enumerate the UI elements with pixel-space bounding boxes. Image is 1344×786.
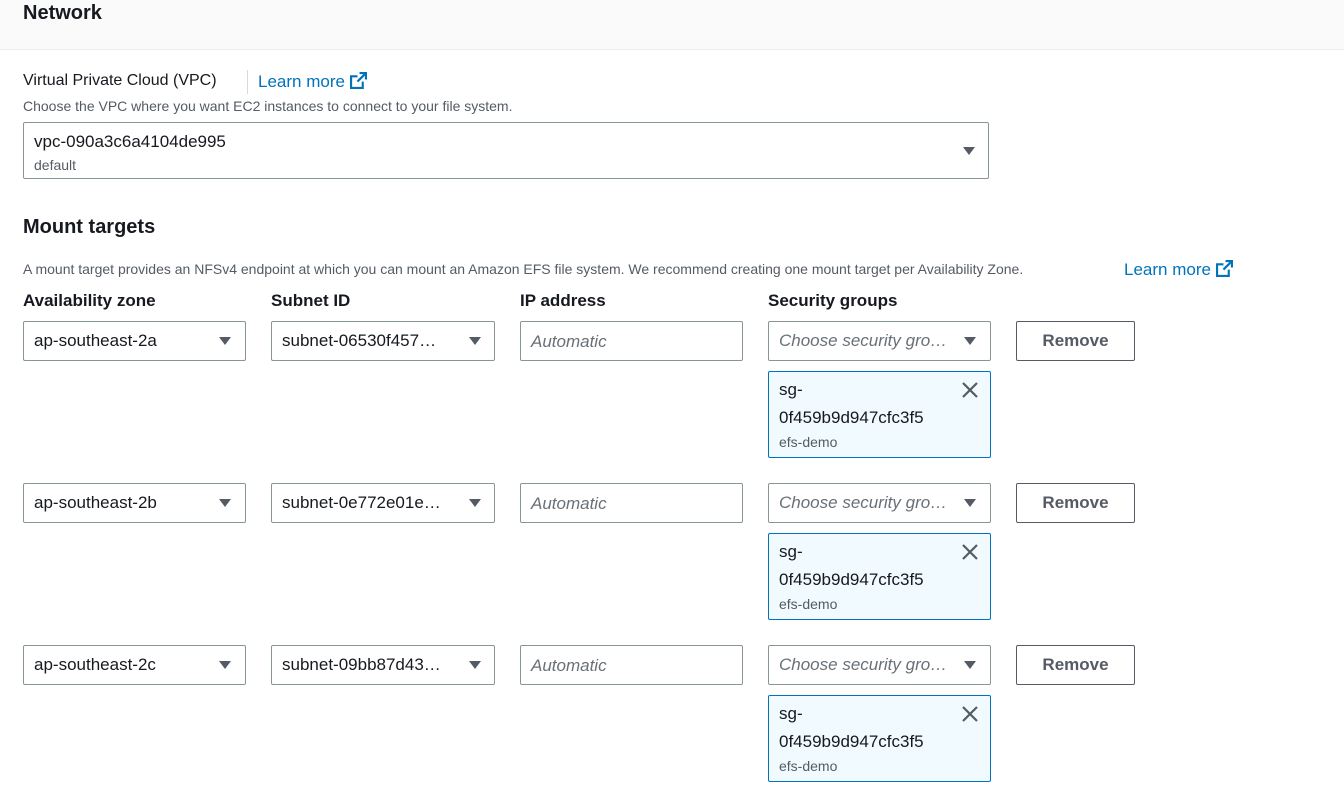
security-groups-placeholder: Choose security gro… [779,655,948,674]
ip-address-input[interactable]: Automatic [520,483,743,523]
subnet-value: subnet-06530f457… [282,331,437,350]
vpc-selected-tag: default [34,157,77,173]
caret-down-icon [469,337,481,345]
security-group-id: 0f459b9d947cfc3f5 [779,570,924,589]
ip-address-placeholder: Automatic [531,494,607,513]
vpc-description: Choose the VPC where you want EC2 instan… [23,98,513,114]
security-groups-select[interactable]: Choose security gro… [768,645,991,685]
ip-address-input[interactable]: Automatic [520,645,743,685]
column-header-security-groups: Security groups [768,291,898,310]
subnet-select[interactable]: subnet-09bb87d43… [271,645,495,685]
ip-address-placeholder: Automatic [531,332,607,351]
close-icon[interactable] [960,380,980,400]
availability-zone-value: ap-southeast-2a [34,331,157,350]
mount-targets-description: A mount target provides an NFSv4 endpoin… [23,261,1023,277]
security-group-id: 0f459b9d947cfc3f5 [779,408,924,427]
caret-down-icon [964,337,976,345]
availability-zone-select[interactable]: ap-southeast-2c [23,645,246,685]
vpc-learn-more-text[interactable]: Learn more [258,72,345,91]
security-group-token: sg- 0f459b9d947cfc3f5 efs-demo [768,533,991,620]
security-groups-select[interactable]: Choose security gro… [768,321,991,361]
mount-targets-learn-more-link[interactable]: Learn more [1124,260,1233,282]
availability-zone-select[interactable]: ap-southeast-2b [23,483,246,523]
remove-button[interactable]: Remove [1016,321,1135,361]
ip-address-input[interactable]: Automatic [520,321,743,361]
close-icon[interactable] [960,704,980,724]
security-groups-placeholder: Choose security gro… [779,331,948,350]
caret-down-icon [964,499,976,507]
security-group-id-prefix: sg- [779,542,803,561]
subnet-select[interactable]: subnet-06530f457… [271,321,495,361]
column-header-ip-address: IP address [520,291,606,310]
vpc-selected-value: vpc-090a3c6a4104de995 [34,132,226,151]
security-group-name: efs-demo [779,434,838,450]
caret-down-icon [219,499,231,507]
mount-targets-description-text: A mount target provides an NFSv4 endpoin… [23,261,1024,277]
caret-down-icon [469,661,481,669]
availability-zone-value: ap-southeast-2c [34,655,156,674]
caret-down-icon [964,661,976,669]
label-divider [247,70,248,94]
vpc-label: Virtual Private Cloud (VPC) [23,72,217,89]
column-header-availability-zone: Availability zone [23,291,156,310]
mount-targets-title: Mount targets [23,216,156,238]
remove-button[interactable]: Remove [1016,483,1135,523]
remove-button[interactable]: Remove [1016,645,1135,685]
ip-address-placeholder: Automatic [531,656,607,675]
vpc-learn-more-link[interactable]: Learn more [258,72,367,94]
section-header: Network [0,0,1344,50]
mount-targets-learn-more-text[interactable]: Learn more [1124,260,1211,279]
subnet-select[interactable]: subnet-0e772e01e… [271,483,495,523]
availability-zone-select[interactable]: ap-southeast-2a [23,321,246,361]
subnet-value: subnet-09bb87d43… [282,655,441,674]
subnet-value: subnet-0e772e01e… [282,493,441,512]
security-group-id: 0f459b9d947cfc3f5 [779,732,924,751]
caret-down-icon [963,147,975,155]
column-header-subnet-id: Subnet ID [271,291,351,310]
security-group-token: sg- 0f459b9d947cfc3f5 efs-demo [768,695,991,782]
close-icon[interactable] [960,542,980,562]
caret-down-icon [219,661,231,669]
section-title: Network [23,2,102,24]
security-group-id-prefix: sg- [779,380,803,399]
security-groups-select[interactable]: Choose security gro… [768,483,991,523]
vpc-select[interactable]: vpc-090a3c6a4104de995 default [23,122,989,179]
external-link-icon [1215,260,1233,282]
security-group-id-prefix: sg- [779,704,803,723]
security-groups-placeholder: Choose security gro… [779,493,948,512]
caret-down-icon [219,337,231,345]
security-group-name: efs-demo [779,758,838,774]
availability-zone-value: ap-southeast-2b [34,493,157,512]
security-group-name: efs-demo [779,596,838,612]
external-link-icon [349,72,367,94]
security-group-token: sg- 0f459b9d947cfc3f5 efs-demo [768,371,991,458]
caret-down-icon [469,499,481,507]
